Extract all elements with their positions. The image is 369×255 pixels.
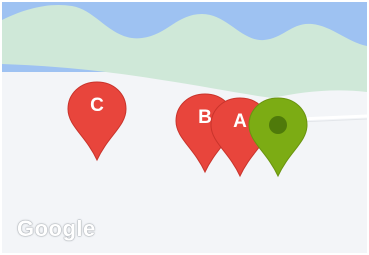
location-pin-icon [248,97,308,178]
map-marker-c[interactable]: C [66,81,128,162]
marker-pin-icon [67,81,127,162]
marker-dot [269,116,287,134]
map-view[interactable]: C B A Google [2,2,367,253]
google-logo: Google [17,216,96,241]
map-marker-current[interactable] [247,97,309,178]
